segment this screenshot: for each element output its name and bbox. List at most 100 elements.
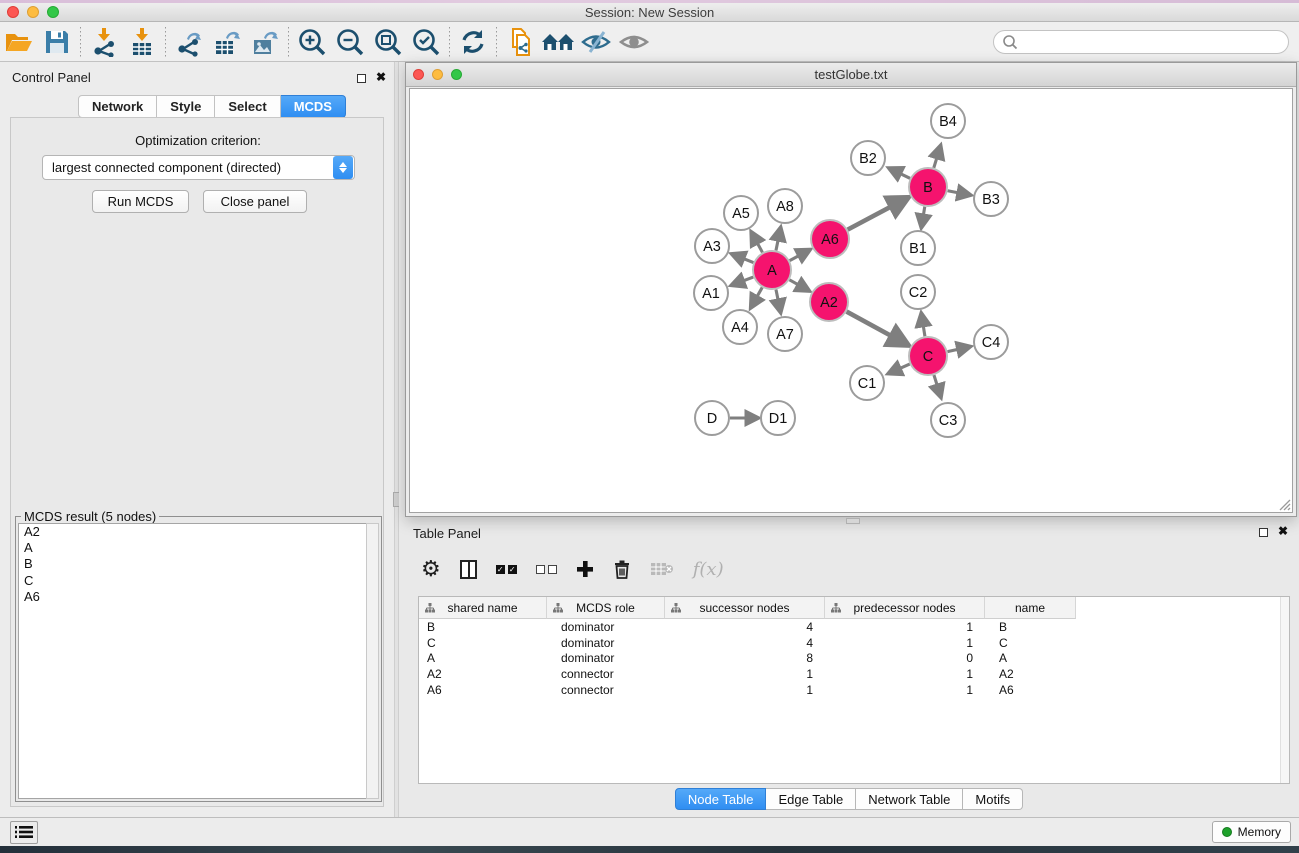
graph-node-B2[interactable]: B2 xyxy=(851,141,885,175)
edge-A-A1[interactable] xyxy=(733,277,754,285)
graph-node-A[interactable]: A xyxy=(753,251,791,289)
node-table[interactable]: shared nameMCDS rolesuccessor nodesprede… xyxy=(418,596,1290,784)
edge-A-A2[interactable] xyxy=(789,280,808,290)
table-row[interactable]: Bdominator41B xyxy=(419,619,1289,635)
memory-button[interactable]: Memory xyxy=(1212,821,1291,843)
import-table-button[interactable] xyxy=(123,25,161,59)
graph-node-B4[interactable]: B4 xyxy=(931,104,965,138)
edge-A-A4[interactable] xyxy=(751,287,762,306)
column-header-name[interactable]: name xyxy=(985,597,1076,619)
result-item[interactable]: A2 xyxy=(19,524,366,540)
open-session-button[interactable] xyxy=(0,25,38,59)
run-mcds-button[interactable]: Run MCDS xyxy=(92,190,189,213)
tab-edge-table[interactable]: Edge Table xyxy=(766,788,856,810)
graph-node-A4[interactable]: A4 xyxy=(723,310,757,344)
float-panel-icon[interactable] xyxy=(357,74,366,83)
tab-select[interactable]: Select xyxy=(215,95,280,118)
edge-B-B2[interactable] xyxy=(890,169,910,179)
result-item[interactable]: B xyxy=(19,556,366,572)
graph-node-C[interactable]: C xyxy=(909,337,947,375)
close-panel-button[interactable]: Close panel xyxy=(203,190,307,213)
graph-node-A5[interactable]: A5 xyxy=(724,196,758,230)
table-row[interactable]: A2connector11A2 xyxy=(419,666,1289,682)
edge-A-A5[interactable] xyxy=(752,233,763,252)
result-list-scrollbar[interactable] xyxy=(366,523,379,799)
edge-A-A8[interactable] xyxy=(776,229,780,251)
edge-A-A7[interactable] xyxy=(776,290,780,312)
settings-gear-button[interactable]: ⚙ xyxy=(421,558,441,580)
tab-network-table[interactable]: Network Table xyxy=(856,788,963,810)
refresh-button[interactable] xyxy=(454,25,492,59)
edge-A-A6[interactable] xyxy=(790,250,809,260)
export-network-button[interactable] xyxy=(170,25,208,59)
graph-node-C2[interactable]: C2 xyxy=(901,275,935,309)
edge-B-B3[interactable] xyxy=(948,191,970,195)
column-header-MCDS-role[interactable]: MCDS role xyxy=(547,597,665,619)
show-eye-button[interactable] xyxy=(615,25,653,59)
delete-table-button[interactable] xyxy=(650,561,674,577)
delete-column-button[interactable] xyxy=(613,559,631,579)
hide-eye-button[interactable] xyxy=(577,25,615,59)
export-image-button[interactable] xyxy=(246,25,284,59)
zoom-in-button[interactable] xyxy=(293,25,331,59)
window-resize-grip[interactable] xyxy=(1278,498,1291,511)
float-table-panel-icon[interactable] xyxy=(1259,528,1268,537)
edge-C-C2[interactable] xyxy=(922,315,925,337)
network-window-titlebar[interactable]: testGlobe.txt xyxy=(406,63,1296,87)
column-header-successor-nodes[interactable]: successor nodes xyxy=(665,597,825,619)
result-item[interactable]: A xyxy=(19,540,366,556)
edge-B-B4[interactable] xyxy=(934,147,940,168)
graph-node-C3[interactable]: C3 xyxy=(931,403,965,437)
column-header-predecessor-nodes[interactable]: predecessor nodes xyxy=(825,597,985,619)
network-canvas[interactable]: B4 B2 B B3 A5 A8 A6 A3 A B1 A1 A2 C2 A4 A7 C4 C C1 D D1 C3 xyxy=(409,88,1293,513)
edge-C-C3[interactable] xyxy=(934,375,941,396)
tab-network[interactable]: Network xyxy=(78,95,157,118)
graph-node-A7[interactable]: A7 xyxy=(768,317,802,351)
graph-node-A6[interactable]: A6 xyxy=(811,220,849,258)
show-panels-button[interactable] xyxy=(10,821,38,844)
criterion-select[interactable]: largest connected component (directed) xyxy=(42,155,355,180)
graph-node-B[interactable]: B xyxy=(909,168,947,206)
export-table-button[interactable] xyxy=(208,25,246,59)
graph-node-C4[interactable]: C4 xyxy=(974,325,1008,359)
column-header-shared-name[interactable]: shared name xyxy=(419,597,547,619)
table-row[interactable]: Adominator80A xyxy=(419,651,1289,667)
graph-node-C1[interactable]: C1 xyxy=(850,366,884,400)
graph-node-B3[interactable]: B3 xyxy=(974,182,1008,216)
table-row[interactable]: Cdominator41C xyxy=(419,635,1289,651)
close-table-panel-icon[interactable]: ✖ xyxy=(1278,527,1288,536)
tab-style[interactable]: Style xyxy=(157,95,215,118)
edge-B-B1[interactable] xyxy=(922,207,925,227)
tab-node-table[interactable]: Node Table xyxy=(675,788,767,810)
edge-A2-C[interactable] xyxy=(847,312,906,344)
column-layout-button[interactable] xyxy=(460,560,477,579)
tab-motifs[interactable]: Motifs xyxy=(963,788,1023,810)
add-column-button[interactable] xyxy=(576,560,594,578)
search-field[interactable] xyxy=(993,30,1289,54)
result-item[interactable]: C xyxy=(19,573,366,589)
function-builder-button[interactable]: f(x) xyxy=(693,559,724,580)
copy-network-button[interactable] xyxy=(501,25,539,59)
import-network-button[interactable] xyxy=(85,25,123,59)
tab-mcds[interactable]: MCDS xyxy=(281,95,346,118)
edge-C-C1[interactable] xyxy=(890,364,910,373)
close-panel-icon[interactable]: ✖ xyxy=(376,73,386,82)
edge-C-C4[interactable] xyxy=(948,347,969,352)
edge-A-A3[interactable] xyxy=(733,254,753,262)
zoom-out-button[interactable] xyxy=(331,25,369,59)
table-row[interactable]: A6connector11A6 xyxy=(419,682,1289,698)
select-all-button[interactable]: ✓ ✓ xyxy=(496,565,517,574)
deselect-all-button[interactable] xyxy=(536,565,557,574)
zoom-fit-button[interactable] xyxy=(369,25,407,59)
graph-node-A8[interactable]: A8 xyxy=(768,189,802,223)
zoom-selected-button[interactable] xyxy=(407,25,445,59)
home-button[interactable] xyxy=(539,25,577,59)
graph-node-A2[interactable]: A2 xyxy=(810,283,848,321)
graph-node-D1[interactable]: D1 xyxy=(761,401,795,435)
graph-node-B1[interactable]: B1 xyxy=(901,231,935,265)
graph-node-A3[interactable]: A3 xyxy=(695,229,729,263)
save-session-button[interactable] xyxy=(38,25,76,59)
search-input[interactable] xyxy=(1022,32,1288,52)
graph-node-A1[interactable]: A1 xyxy=(694,276,728,310)
graph-node-D[interactable]: D xyxy=(695,401,729,435)
